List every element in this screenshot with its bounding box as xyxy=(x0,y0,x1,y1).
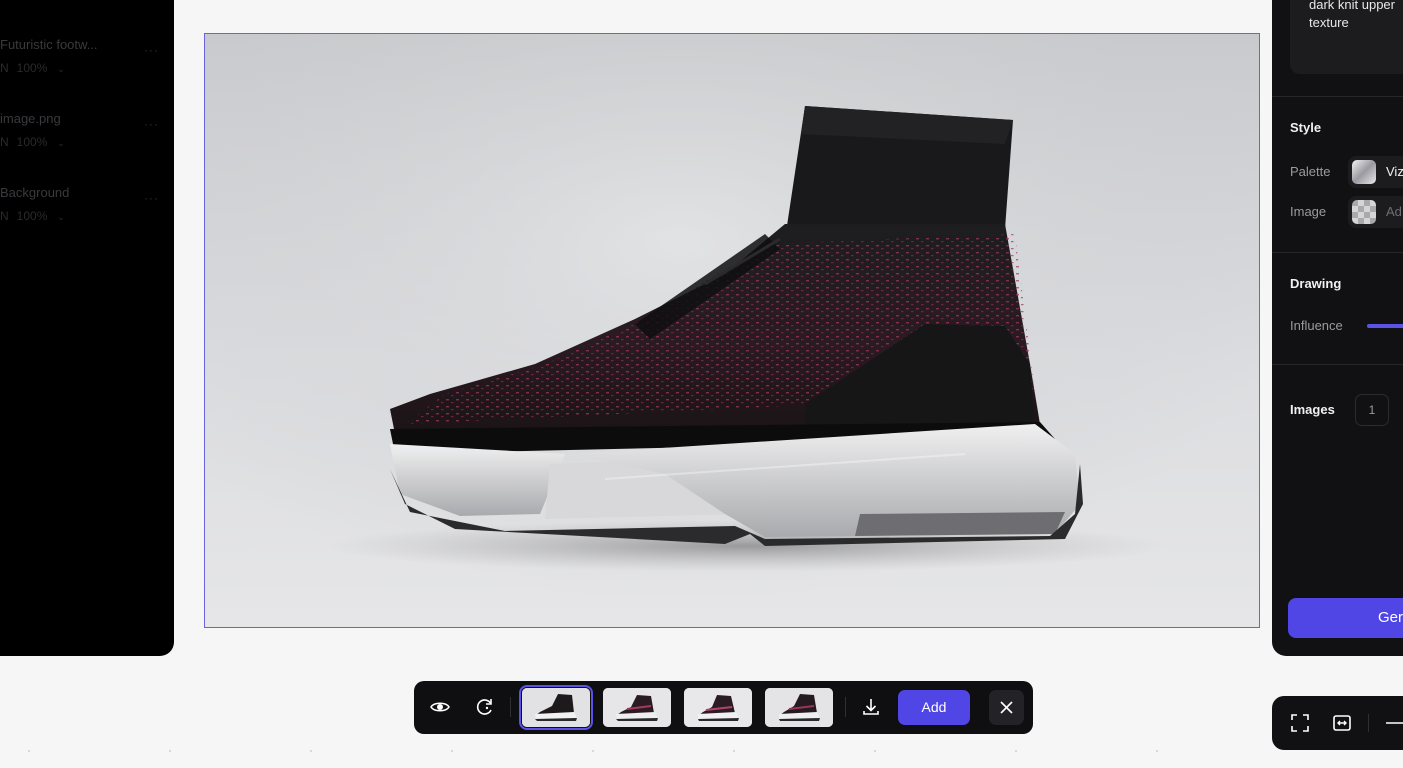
more-icon[interactable]: ··· xyxy=(144,117,159,131)
layer-meta: N 100% ⌄ xyxy=(0,209,65,223)
layer-opacity[interactable]: 100% xyxy=(17,61,48,75)
layer-item-futuristic-footwear[interactable]: Futuristic footw... N 100% ⌄ ··· xyxy=(0,37,174,87)
canvas-image[interactable] xyxy=(204,33,1260,628)
toolbar-divider xyxy=(845,697,846,717)
properties-panel: dark knit upper texture Style Palette Vi… xyxy=(1272,0,1403,656)
sneaker-image xyxy=(205,34,1259,627)
canvas-dot xyxy=(169,750,171,752)
prompt-line: texture xyxy=(1309,15,1349,30)
transparent-checker-icon xyxy=(1352,200,1376,224)
blend-mode: N xyxy=(0,135,9,149)
chevron-down-icon[interactable]: ⌄ xyxy=(57,138,65,148)
canvas-dot xyxy=(733,750,735,752)
zoom-out-icon[interactable] xyxy=(1384,713,1403,733)
blend-mode: N xyxy=(0,61,9,75)
palette-label: Palette xyxy=(1290,164,1331,179)
canvas-dot xyxy=(874,750,876,752)
sneaker-thumbnail xyxy=(684,688,752,727)
layer-meta: N 100% ⌄ xyxy=(0,61,65,75)
layer-opacity[interactable]: 100% xyxy=(17,135,48,149)
variation-thumbnail[interactable] xyxy=(684,688,752,727)
fit-width-icon[interactable] xyxy=(1332,713,1352,733)
image-value: Ad xyxy=(1386,204,1402,219)
sneaker-thumbnail xyxy=(765,688,833,727)
generate-button[interactable]: Ger xyxy=(1288,598,1403,638)
canvas-dot xyxy=(592,750,594,752)
sneaker-thumbnail xyxy=(603,688,671,727)
section-divider xyxy=(1272,252,1403,253)
chevron-down-icon[interactable]: ⌄ xyxy=(57,64,65,74)
palette-value: Viz xyxy=(1386,164,1403,179)
canvas-dot xyxy=(451,750,453,752)
section-divider xyxy=(1272,364,1403,365)
canvas-dot xyxy=(310,750,312,752)
refresh-icon[interactable] xyxy=(473,695,497,719)
palette-thumbnail xyxy=(1352,160,1376,184)
more-icon[interactable]: ··· xyxy=(144,43,159,57)
chevron-down-icon[interactable]: ⌄ xyxy=(57,212,65,222)
toolbar-divider xyxy=(510,697,511,717)
canvas-dot xyxy=(1015,750,1017,752)
drawing-section-title: Drawing xyxy=(1290,276,1342,291)
variation-thumbnail[interactable] xyxy=(603,688,671,727)
eye-icon[interactable] xyxy=(428,695,452,719)
layer-item-image[interactable]: image.png N 100% ⌄ ··· xyxy=(0,111,174,161)
add-button[interactable]: Add xyxy=(898,690,970,725)
variation-thumbnail[interactable] xyxy=(519,685,593,730)
layer-name: image.png xyxy=(0,111,61,126)
variation-thumbnail[interactable] xyxy=(765,688,833,727)
download-icon[interactable] xyxy=(859,695,883,719)
layer-meta: N 100% ⌄ xyxy=(0,135,65,149)
images-section-title: Images xyxy=(1290,402,1335,417)
prompt-line: dark knit upper xyxy=(1309,0,1395,12)
more-icon[interactable]: ··· xyxy=(144,191,159,205)
style-section-title: Style xyxy=(1290,120,1322,135)
close-icon xyxy=(1000,701,1013,714)
layer-opacity[interactable]: 100% xyxy=(17,209,48,223)
influence-slider[interactable] xyxy=(1367,324,1403,328)
layer-name: Background xyxy=(0,185,70,200)
layer-item-background[interactable]: Background N 100% ⌄ ··· xyxy=(0,185,174,235)
palette-selector[interactable]: Viz xyxy=(1348,156,1403,188)
canvas-dot xyxy=(28,750,30,752)
blend-mode: N xyxy=(0,209,9,223)
view-controls xyxy=(1272,696,1403,750)
sneaker-thumbnail xyxy=(522,688,590,727)
images-count-input[interactable]: 1 xyxy=(1355,394,1389,426)
prompt-textarea[interactable]: dark knit upper texture xyxy=(1290,0,1403,74)
influence-label: Influence xyxy=(1290,318,1343,333)
variations-toolbar: Add xyxy=(414,681,1033,734)
layer-name: Futuristic footw... xyxy=(0,37,98,52)
image-reference-selector[interactable]: Ad xyxy=(1348,196,1403,228)
fullscreen-icon[interactable] xyxy=(1290,713,1310,733)
layers-panel: Futuristic footw... N 100% ⌄ ··· image.png… xyxy=(0,0,174,656)
canvas-dot xyxy=(1156,750,1158,752)
view-controls-divider xyxy=(1368,714,1369,732)
image-label: Image xyxy=(1290,204,1327,219)
close-button[interactable] xyxy=(989,690,1024,725)
section-divider xyxy=(1272,96,1403,97)
